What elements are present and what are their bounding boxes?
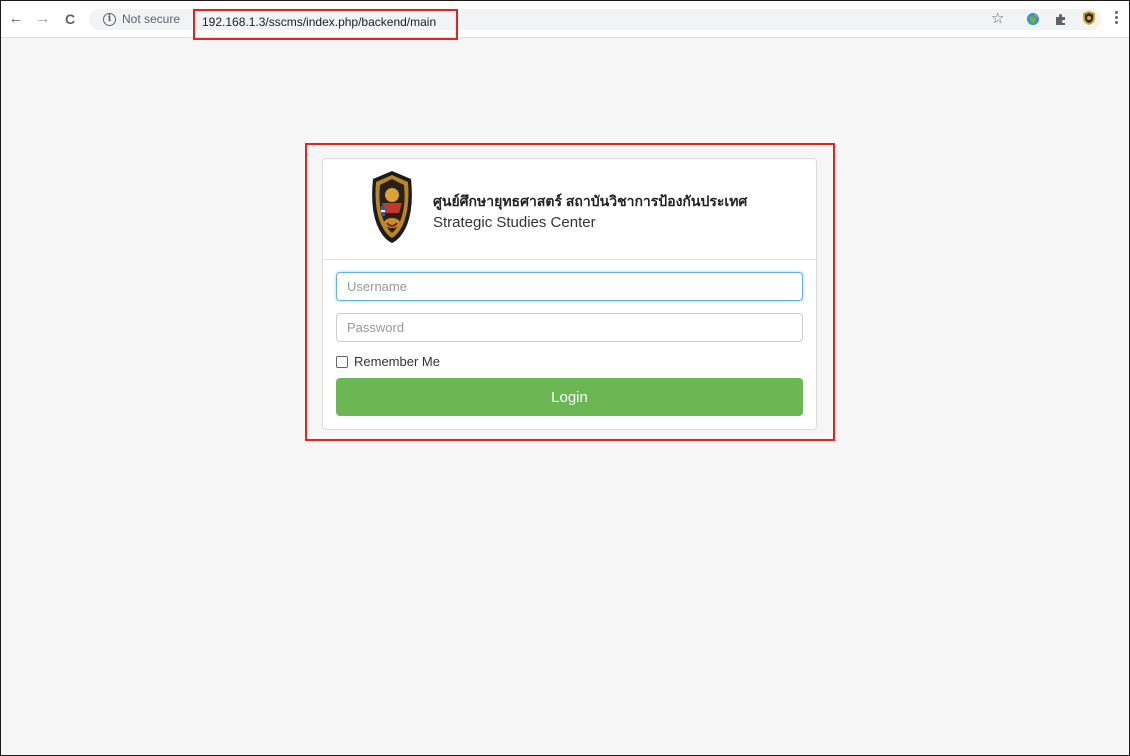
organization-name-thai: ศูนย์ศึกษายุทธศาสตร์ สถาบันวิชาการป้องกั… xyxy=(433,193,748,209)
puzzle-extensions-icon[interactable] xyxy=(1054,12,1068,26)
browser-toolbar: ← → C i Not secure 192.168.1.3/sscms/ind… xyxy=(1,1,1129,38)
forward-button[interactable]: → xyxy=(34,10,52,28)
organization-name-english: Strategic Studies Center xyxy=(433,214,596,231)
password-input[interactable] xyxy=(336,313,803,342)
security-label[interactable]: Not secure xyxy=(122,12,180,26)
remember-me-label[interactable]: Remember Me xyxy=(354,354,440,369)
globe-extension-icon[interactable] xyxy=(1026,12,1040,26)
back-button[interactable]: ← xyxy=(7,10,25,28)
url-highlight-box xyxy=(193,9,458,40)
browser-window: ← → C i Not secure 192.168.1.3/sscms/ind… xyxy=(0,0,1130,756)
login-card: ศูนย์ศึกษายุทธศาสตร์ สถาบันวิชาการป้องกั… xyxy=(322,158,817,430)
login-header: ศูนย์ศึกษายุทธศาสตร์ สถาบันวิชาการป้องกั… xyxy=(323,159,816,260)
browser-menu-icon[interactable] xyxy=(1114,11,1118,27)
username-input[interactable] xyxy=(336,272,803,301)
login-button[interactable]: Login xyxy=(336,378,803,416)
reload-button[interactable]: C xyxy=(61,10,79,28)
remember-me-checkbox[interactable] xyxy=(336,355,348,368)
remember-me-row[interactable]: Remember Me xyxy=(336,354,440,369)
shield-extension-icon[interactable] xyxy=(1082,10,1096,26)
organization-logo xyxy=(372,171,412,243)
bookmark-star-icon[interactable]: ☆ xyxy=(991,9,1004,27)
info-icon[interactable]: i xyxy=(103,13,116,26)
